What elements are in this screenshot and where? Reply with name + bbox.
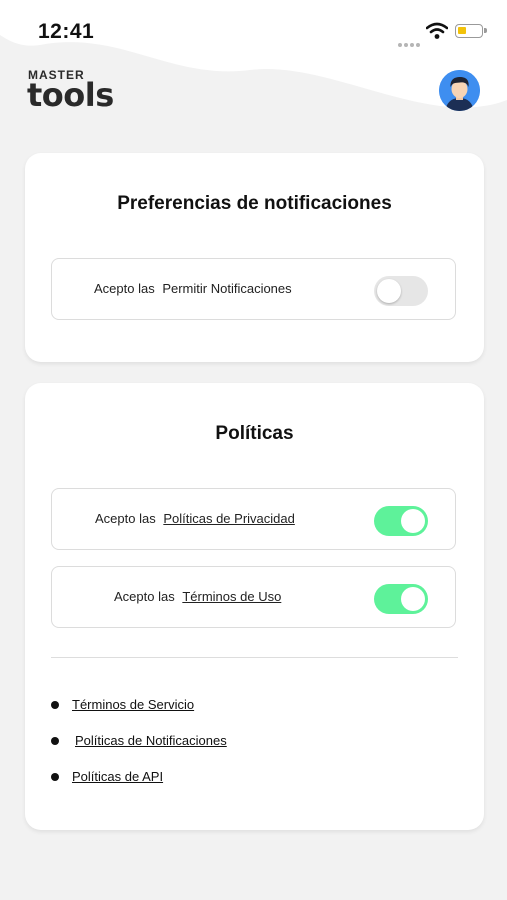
master-tools-logo: MASTER tools (27, 68, 137, 114)
notification-preferences-title: Preferencias de notificaciones (117, 193, 392, 214)
bullet-icon (51, 737, 59, 745)
bullet-icon (51, 773, 59, 781)
allow-notifications-toggle[interactable] (374, 276, 428, 306)
privacy-policy-text: Acepto las Políticas de Privacidad (95, 511, 295, 526)
allow-notifications-label: Permitir Notificaciones (162, 281, 292, 296)
api-policies-link[interactable]: Políticas de API (72, 769, 163, 784)
person-icon (439, 70, 480, 111)
logo-bottom-text: tools (27, 76, 114, 114)
terms-of-use-link[interactable]: Términos de Uso (182, 589, 281, 604)
user-avatar[interactable] (439, 70, 480, 111)
terms-of-use-text: Acepto las Términos de Uso (114, 589, 281, 604)
status-bar: 12:41 (0, 0, 507, 60)
wifi-icon (426, 22, 448, 39)
policies-card: Políticas Acepto las Políticas de Privac… (25, 383, 484, 830)
allow-notifications-prefix: Acepto las (94, 281, 155, 296)
notification-policies-link[interactable]: Políticas de Notificaciones (75, 733, 227, 748)
terms-of-use-row: Acepto las Términos de Uso (51, 566, 456, 628)
policies-title: Políticas (215, 423, 294, 444)
privacy-policy-toggle[interactable] (374, 506, 428, 536)
allow-notifications-text: Acepto las Permitir Notificaciones (94, 281, 292, 296)
privacy-policy-link[interactable]: Políticas de Privacidad (163, 511, 295, 526)
toggle-knob (401, 509, 425, 533)
toggle-knob (377, 279, 401, 303)
terms-of-service-link[interactable]: Términos de Servicio (72, 697, 194, 712)
app-header: 12:41 MASTER tools (0, 0, 507, 135)
privacy-policy-row: Acepto las Políticas de Privacidad (51, 488, 456, 550)
terms-of-use-toggle[interactable] (374, 584, 428, 614)
allow-notifications-row: Acepto las Permitir Notificaciones (51, 258, 456, 320)
notification-preferences-card: Preferencias de notificaciones Acepto la… (25, 153, 484, 362)
bullet-icon (51, 701, 59, 709)
privacy-policy-prefix: Acepto las (95, 511, 156, 526)
status-time: 12:41 (38, 20, 95, 43)
terms-of-use-prefix: Acepto las (114, 589, 175, 604)
toggle-knob (401, 587, 425, 611)
cellular-signal-icon (398, 34, 422, 47)
battery-icon (455, 24, 487, 38)
section-divider (51, 657, 458, 658)
